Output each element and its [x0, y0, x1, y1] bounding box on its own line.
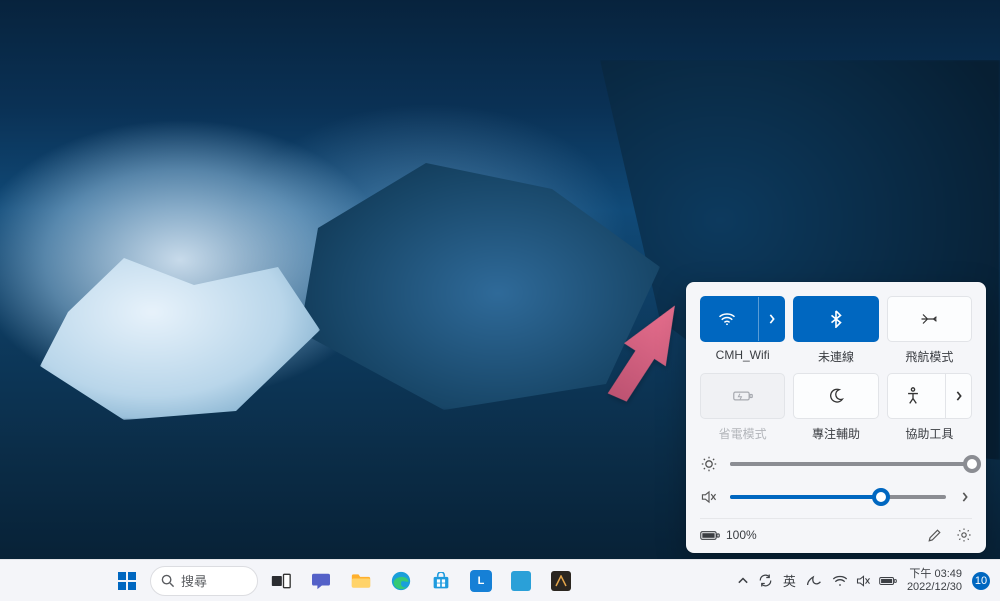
- wifi-icon: [718, 312, 736, 326]
- start-button[interactable]: [110, 564, 144, 598]
- chevron-right-icon: [768, 314, 776, 324]
- battery-saver-icon: [733, 390, 753, 402]
- taskbar-center: 搜尋: [110, 564, 578, 598]
- tile-accessibility-wrap: 協助工具: [887, 373, 972, 442]
- ime-indicator[interactable]: 英: [783, 571, 796, 590]
- desktop[interactable]: CMH_Wifi 未連線: [0, 0, 1000, 601]
- volume-track[interactable]: [730, 495, 946, 499]
- taskbar-search-label: 搜尋: [181, 571, 207, 590]
- tile-battery-saver-label: 省電模式: [719, 425, 767, 442]
- taskbar-right: 英: [738, 568, 1000, 593]
- taskbar-file-explorer[interactable]: [344, 564, 378, 598]
- chevron-right-icon: [955, 391, 963, 401]
- tray-ime-mode-icon[interactable]: [806, 575, 822, 587]
- tray-chevron-up-icon[interactable]: [738, 577, 748, 585]
- tile-focus-label: 專注輔助: [812, 425, 860, 442]
- quick-settings-footer: 100%: [700, 518, 972, 543]
- brightness-slider[interactable]: [700, 456, 972, 472]
- tile-wifi-wrap: CMH_Wifi: [700, 296, 785, 365]
- volume-slider[interactable]: [700, 490, 972, 504]
- taskbar-app-l[interactable]: L: [464, 564, 498, 598]
- quick-settings-flyout: CMH_Wifi 未連線: [686, 282, 986, 553]
- tray-sync-icon[interactable]: [758, 573, 773, 588]
- taskbar-app-dark[interactable]: [544, 564, 578, 598]
- tray-wifi-icon: [832, 575, 848, 587]
- taskbar-date: 2022/12/30: [907, 581, 962, 594]
- taskbar-search[interactable]: 搜尋: [150, 566, 258, 596]
- tray-battery-icon: [879, 576, 897, 586]
- volume-expand[interactable]: [958, 492, 972, 502]
- battery-status[interactable]: 100%: [700, 528, 757, 542]
- moon-icon: [828, 388, 844, 404]
- airplane-icon: [920, 311, 938, 327]
- tile-focus-wrap: 專注輔助: [793, 373, 878, 442]
- tile-airplane-wrap: 飛航模式: [887, 296, 972, 365]
- quick-settings-tiles: CMH_Wifi 未連線: [700, 296, 972, 442]
- tile-accessibility-label: 協助工具: [905, 425, 953, 442]
- taskbar: 搜尋: [0, 559, 1000, 601]
- volume-muted-icon: [700, 490, 718, 504]
- volume-thumb[interactable]: [872, 488, 890, 506]
- taskbar-time: 下午 03:49: [907, 568, 962, 581]
- tile-airplane[interactable]: [887, 296, 972, 342]
- tile-focus[interactable]: [793, 373, 878, 419]
- tile-airplane-label: 飛航模式: [905, 348, 953, 365]
- taskbar-store[interactable]: [424, 564, 458, 598]
- battery-icon: [700, 530, 720, 541]
- tile-bluetooth-wrap: 未連線: [793, 296, 878, 365]
- tile-wifi-expand[interactable]: [758, 297, 784, 341]
- task-view-button[interactable]: [264, 564, 298, 598]
- bluetooth-icon: [830, 310, 842, 328]
- quick-settings-sliders: [700, 456, 972, 504]
- notification-badge[interactable]: 10: [972, 572, 990, 590]
- tile-accessibility[interactable]: [887, 373, 972, 419]
- battery-text: 100%: [726, 528, 757, 542]
- tile-battery-saver[interactable]: [700, 373, 785, 419]
- system-tray-network-group[interactable]: [832, 575, 897, 587]
- wallpaper-shape: [40, 240, 320, 420]
- tile-accessibility-expand[interactable]: [945, 374, 971, 418]
- settings-button[interactable]: [956, 527, 972, 543]
- tile-accessibility-toggle[interactable]: [888, 387, 939, 405]
- taskbar-edge[interactable]: [384, 564, 418, 598]
- tile-battery-saver-wrap: 省電模式: [700, 373, 785, 442]
- brightness-track[interactable]: [730, 462, 972, 466]
- tile-wifi[interactable]: [700, 296, 785, 342]
- taskbar-app-square[interactable]: [504, 564, 538, 598]
- search-icon: [161, 574, 175, 588]
- taskbar-clock[interactable]: 下午 03:49 2022/12/30: [907, 568, 962, 593]
- brightness-fill: [730, 462, 972, 466]
- brightness-icon: [700, 456, 718, 472]
- brightness-thumb[interactable]: [963, 455, 981, 473]
- tile-bluetooth-label: 未連線: [818, 348, 854, 365]
- tile-wifi-label: CMH_Wifi: [716, 348, 770, 362]
- accessibility-icon: [905, 387, 921, 405]
- tray-volume-muted-icon: [856, 575, 871, 587]
- tile-wifi-toggle[interactable]: [701, 312, 752, 326]
- taskbar-chat[interactable]: [304, 564, 338, 598]
- edit-quick-settings-button[interactable]: [927, 528, 942, 543]
- tile-bluetooth[interactable]: [793, 296, 878, 342]
- volume-fill: [730, 495, 881, 499]
